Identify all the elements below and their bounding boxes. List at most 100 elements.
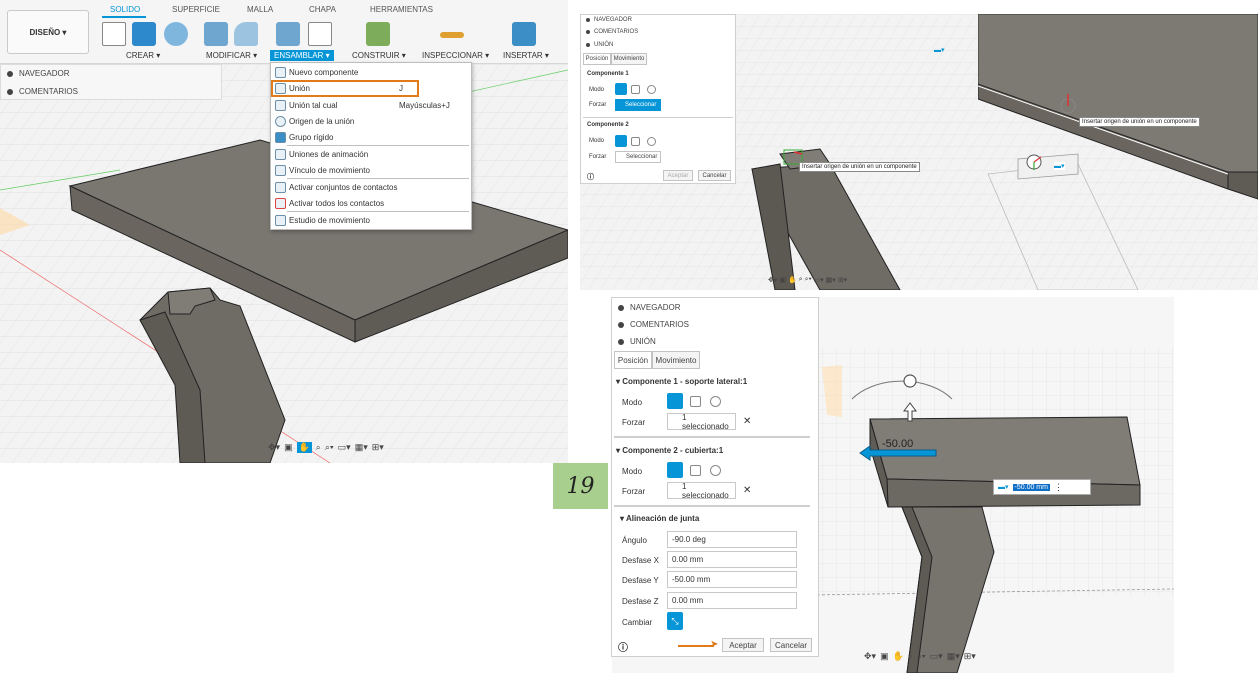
- two-edge-intersection-icon[interactable]: [710, 396, 721, 407]
- flip-icon[interactable]: ⤡: [667, 612, 683, 630]
- two-edge-intersection-icon[interactable]: [647, 137, 656, 146]
- tab-posicion[interactable]: Posición: [614, 351, 652, 369]
- group-insertar[interactable]: INSERTAR ▾: [503, 51, 549, 60]
- menu-item-activar-conjuntos[interactable]: Activar conjuntos de contactos: [271, 179, 471, 195]
- info-icon[interactable]: ⓘ: [618, 639, 628, 654]
- menu-item-uniones-animacion[interactable]: Uniones de animación: [271, 146, 471, 162]
- grid-icon[interactable]: ▦▾: [355, 442, 368, 453]
- browser-item-comentarios[interactable]: COMENTARIOS: [618, 320, 689, 329]
- simple-mode-icon[interactable]: [615, 83, 627, 95]
- fillet-icon[interactable]: [234, 22, 258, 46]
- orbit-icon[interactable]: ✥▾: [768, 276, 777, 284]
- tab-movimiento[interactable]: Movimiento: [611, 53, 647, 65]
- display-settings-icon[interactable]: ▭▾: [930, 651, 943, 662]
- group-ensamblar[interactable]: ENSAMBLAR ▾: [270, 50, 334, 61]
- menu-item-vinculo-movimiento[interactable]: Vínculo de movimiento: [271, 162, 471, 178]
- ok-button[interactable]: Aceptar: [722, 638, 764, 652]
- two-edge-intersection-icon[interactable]: [710, 465, 721, 476]
- sketch-icon[interactable]: [102, 22, 126, 46]
- zoom-icon[interactable]: ⌕: [799, 276, 803, 284]
- cancel-button[interactable]: Cancelar: [770, 638, 812, 652]
- zoom-icon[interactable]: ⌕: [908, 651, 913, 662]
- display-icon[interactable]: ▬▾: [1054, 162, 1065, 170]
- tab-chapa[interactable]: CHAPA: [309, 5, 336, 14]
- extrude-icon[interactable]: [132, 22, 156, 46]
- pan-icon[interactable]: ✋: [788, 276, 797, 284]
- look-at-icon[interactable]: ▣: [880, 651, 889, 662]
- press-pull-icon[interactable]: [204, 22, 228, 46]
- tab-posicion[interactable]: Posición: [583, 53, 611, 65]
- simple-mode-icon[interactable]: [615, 135, 627, 147]
- ok-button[interactable]: Aceptar: [663, 170, 693, 181]
- display-settings-icon[interactable]: ▭▾: [338, 442, 351, 453]
- menu-item-activar-todos[interactable]: Activar todos los contactos: [271, 195, 471, 211]
- menu-item-union-tal-cual[interactable]: Unión tal cual Mayúsculas+J: [271, 97, 471, 113]
- display-icon[interactable]: ▬▾: [998, 483, 1009, 491]
- component-1-selection[interactable]: 1 seleccionado: [667, 413, 736, 431]
- component-2-header[interactable]: Componente 2: [587, 122, 629, 128]
- viewports-icon[interactable]: ⊞▾: [964, 651, 976, 662]
- measure-icon[interactable]: [440, 32, 464, 38]
- between-two-faces-icon[interactable]: [631, 85, 640, 94]
- display-icon[interactable]: ▬▾: [934, 46, 945, 54]
- group-construir[interactable]: CONSTRUIR ▾: [352, 51, 406, 60]
- fit-icon[interactable]: ⌕▾: [805, 276, 812, 284]
- alignment-header[interactable]: ▾ Alineación de junta: [620, 514, 699, 523]
- viewports-icon[interactable]: ⊞▾: [372, 442, 384, 453]
- between-two-faces-icon[interactable]: [690, 396, 701, 407]
- two-edge-intersection-icon[interactable]: [647, 85, 656, 94]
- orbit-icon[interactable]: ✥▾: [268, 442, 280, 453]
- viewports-icon[interactable]: ⊞▾: [838, 276, 847, 284]
- orbit-icon[interactable]: ✥▾: [864, 651, 876, 662]
- cancel-button[interactable]: Cancelar: [698, 170, 731, 181]
- component-2-header[interactable]: ▾ Componente 2 - cubierta:1: [616, 446, 723, 455]
- angle-input[interactable]: -90.0 deg: [667, 531, 797, 548]
- revolve-icon[interactable]: [164, 22, 188, 46]
- tab-herramientas[interactable]: HERRAMIENTAS: [370, 5, 433, 14]
- grid-icon[interactable]: ▦▾: [826, 276, 836, 284]
- select-button[interactable]: Seleccionar: [615, 99, 661, 111]
- offset-x-input[interactable]: 0.00 mm: [667, 551, 797, 568]
- display-settings-icon[interactable]: ▭▾: [814, 276, 824, 284]
- fit-icon[interactable]: ⌕▾: [917, 651, 926, 662]
- info-icon[interactable]: ⓘ: [587, 172, 594, 182]
- zoom-icon[interactable]: ⌕: [316, 442, 321, 453]
- fit-icon[interactable]: ⌕▾: [325, 442, 334, 453]
- look-at-icon[interactable]: ▣: [779, 276, 786, 284]
- group-crear[interactable]: CREAR ▾: [126, 51, 160, 60]
- offset-z-input[interactable]: 0.00 mm: [667, 592, 797, 609]
- new-component-icon[interactable]: [276, 22, 300, 46]
- select-button[interactable]: Seleccionar: [615, 151, 661, 163]
- browser-item-navegador[interactable]: NAVEGADOR: [7, 69, 70, 78]
- clear-selection-icon[interactable]: ✕: [743, 485, 751, 496]
- browser-item-comentarios[interactable]: COMENTARIOS: [586, 29, 638, 35]
- browser-item-navegador[interactable]: NAVEGADOR: [618, 303, 681, 312]
- simple-mode-icon[interactable]: [667, 462, 683, 478]
- browser-item-navegador[interactable]: NAVEGADOR: [586, 17, 632, 23]
- simple-mode-icon[interactable]: [667, 393, 683, 409]
- between-two-faces-icon[interactable]: [631, 137, 640, 146]
- component-2-selection[interactable]: 1 seleccionado: [667, 482, 736, 500]
- grid-icon[interactable]: ▦▾: [947, 651, 960, 662]
- component-1-header[interactable]: Componente 1: [587, 71, 629, 77]
- group-modificar[interactable]: MODIFICAR ▾: [206, 51, 257, 60]
- look-at-icon[interactable]: ▣: [284, 442, 293, 453]
- pan-icon[interactable]: ✋: [893, 651, 904, 662]
- group-inspeccionar[interactable]: INSPECCIONAR ▾: [422, 51, 489, 60]
- offset-y-field[interactable]: -50.00 mm: [667, 571, 797, 588]
- offset-y-input[interactable]: -50.00 mm: [1012, 483, 1050, 491]
- tab-movimiento[interactable]: Movimiento: [652, 351, 700, 369]
- insert-image-icon[interactable]: [512, 22, 536, 46]
- menu-item-grupo-rigido[interactable]: Grupo rígido: [271, 129, 471, 145]
- component-1-header[interactable]: ▾ Componente 1 - soporte lateral:1: [616, 377, 747, 386]
- browser-item-comentarios[interactable]: COMENTARIOS: [7, 87, 78, 96]
- more-icon[interactable]: ⋮: [1054, 482, 1063, 493]
- design-workspace-button[interactable]: DISEÑO ▾: [7, 10, 89, 54]
- tab-superficie[interactable]: SUPERFICIE: [172, 5, 220, 14]
- menu-item-nuevo-componente[interactable]: Nuevo componente: [271, 64, 471, 80]
- offset-plane-icon[interactable]: [366, 22, 390, 46]
- clear-selection-icon[interactable]: ✕: [743, 416, 751, 427]
- menu-item-estudio-movimiento[interactable]: Estudio de movimiento: [271, 212, 471, 228]
- tab-solido[interactable]: SOLIDO: [110, 5, 140, 14]
- between-two-faces-icon[interactable]: [690, 465, 701, 476]
